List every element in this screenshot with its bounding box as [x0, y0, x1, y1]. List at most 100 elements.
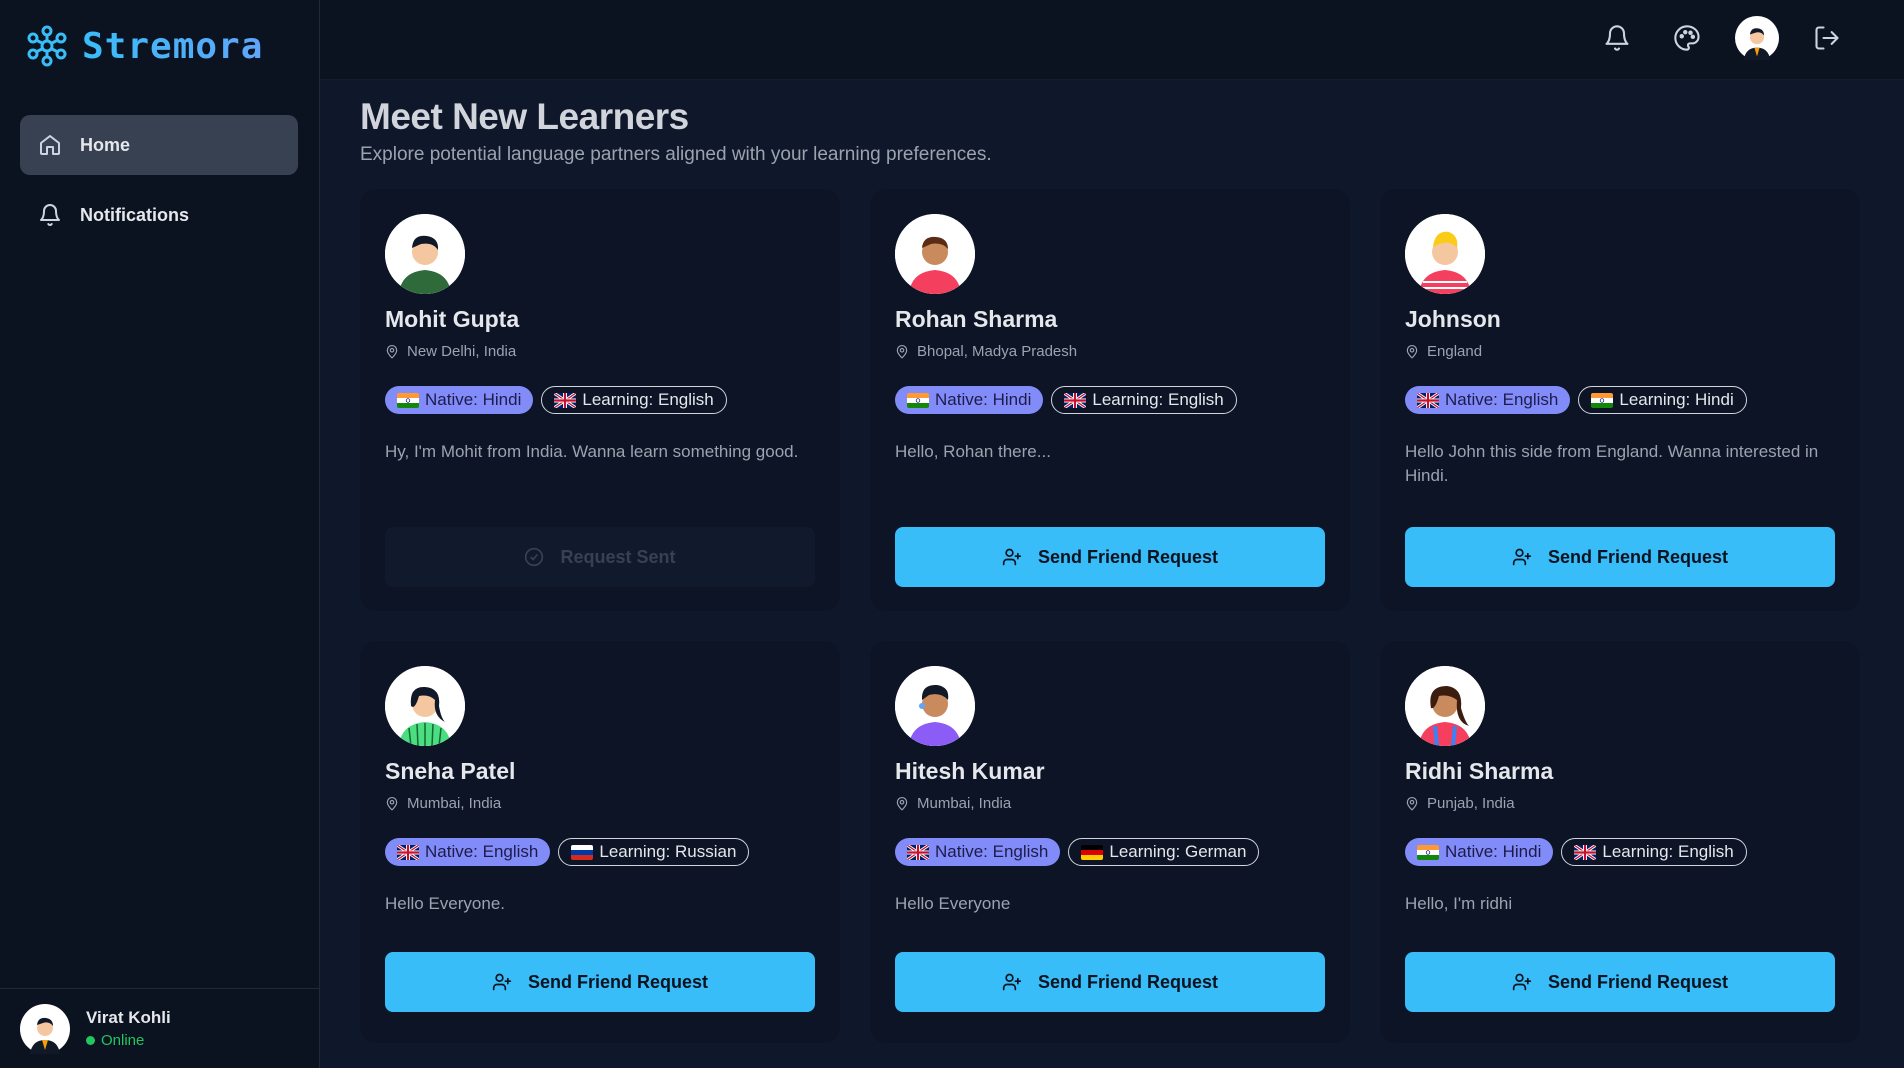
send-friend-request-button[interactable]: Send Friend Request	[1405, 527, 1835, 587]
avatar	[895, 214, 975, 294]
flag-icon	[1574, 844, 1597, 860]
send-friend-request-button[interactable]: Send Friend Request	[895, 527, 1325, 587]
learning-language-badge: Learning: English	[1561, 838, 1747, 866]
check-circle-icon	[525, 547, 544, 567]
badge-label: Learning: German	[1109, 842, 1247, 861]
request-sent-button[interactable]: Request Sent	[385, 527, 815, 587]
flag-icon	[397, 844, 419, 860]
avatar	[1405, 214, 1485, 294]
app-logo[interactable]: Stremora	[26, 24, 263, 68]
learning-language-badge: Learning: English	[1051, 386, 1237, 414]
home-icon	[40, 135, 60, 155]
learning-language-badge: Learning: Russian	[558, 838, 750, 866]
sidebar-item-home[interactable]: Home	[20, 115, 298, 175]
learner-location: Punjab, India	[1405, 795, 1835, 812]
learner-bio: Hello, Rohan there...	[895, 442, 1051, 461]
location-text: Bhopal, Madya Pradesh	[917, 343, 1078, 360]
native-language-badge: Native: Hindi	[895, 386, 1044, 414]
flag-icon	[571, 844, 594, 860]
map-pin-icon	[1406, 796, 1418, 811]
learner-location: New Delhi, India	[385, 343, 815, 360]
map-pin-icon	[896, 796, 908, 811]
flag-icon	[1081, 844, 1104, 860]
button-label: Request Sent	[560, 546, 676, 567]
location-text: England	[1427, 343, 1483, 360]
button-label: Send Friend Request	[1037, 546, 1219, 567]
learner-card: Hitesh Kumar Mumbai, India Native: Engli…	[870, 641, 1350, 1043]
language-badges: Native: Hindi Learning: English	[385, 386, 815, 414]
send-friend-request-button[interactable]: Send Friend Request	[895, 952, 1325, 1012]
palette-icon	[1674, 25, 1700, 51]
flag-icon	[907, 392, 929, 408]
learner-location: England	[1405, 343, 1835, 360]
avatar	[385, 666, 465, 746]
online-dot	[86, 1036, 95, 1045]
learner-card: Johnson England Native: English Learning…	[1380, 189, 1860, 611]
button-label: Send Friend Request	[1547, 971, 1729, 992]
learning-language-badge: Learning: English	[541, 386, 727, 414]
badge-label: Native: Hindi	[935, 390, 1032, 409]
logo-icon	[27, 25, 67, 67]
flag-icon	[1417, 844, 1439, 860]
learner-name: Sneha Patel	[385, 758, 516, 784]
language-badges: Native: English Learning: Russian	[385, 838, 815, 866]
badge-label: Native: English	[1445, 390, 1559, 409]
user-plus-icon	[1002, 548, 1022, 566]
logout-button[interactable]	[1805, 16, 1849, 60]
learner-location: Mumbai, India	[385, 795, 815, 812]
native-language-badge: Native: English	[1405, 386, 1571, 414]
main-content: Meet New Learners Explore potential lang…	[360, 96, 1860, 1043]
language-badges: Native: Hindi Learning: English	[895, 386, 1325, 414]
learning-language-badge: Learning: German	[1068, 838, 1260, 866]
sidebar-item-label: Notifications	[80, 204, 190, 225]
flag-icon	[1591, 392, 1614, 408]
badge-label: Learning: English	[1092, 390, 1224, 409]
user-plus-icon	[1002, 973, 1022, 991]
learner-card: Ridhi Sharma Punjab, India Native: Hindi…	[1380, 641, 1860, 1043]
native-language-badge: Native: English	[895, 838, 1061, 866]
map-pin-icon	[386, 796, 398, 811]
language-badges: Native: Hindi Learning: English	[1405, 838, 1835, 866]
badge-label: Learning: English	[582, 390, 714, 409]
avatar	[895, 666, 975, 746]
learner-name: Hitesh Kumar	[895, 758, 1045, 784]
logout-icon	[1815, 26, 1839, 50]
map-pin-icon	[1406, 344, 1418, 359]
learner-card: Mohit Gupta New Delhi, India Native: Hin…	[360, 189, 840, 611]
current-user[interactable]: Virat Kohli Online	[0, 988, 320, 1068]
user-plus-icon	[1512, 548, 1532, 566]
native-language-badge: Native: Hindi	[385, 386, 534, 414]
language-badges: Native: English Learning: German	[895, 838, 1325, 866]
theme-button[interactable]	[1665, 16, 1709, 60]
notifications-button[interactable]	[1595, 16, 1639, 60]
topbar-actions	[1595, 16, 1849, 60]
location-text: Mumbai, India	[407, 795, 502, 812]
map-pin-icon	[386, 344, 398, 359]
badge-label: Native: Hindi	[425, 390, 522, 409]
button-label: Send Friend Request	[1547, 546, 1729, 567]
bell-icon	[40, 204, 60, 226]
send-friend-request-button[interactable]: Send Friend Request	[1405, 952, 1835, 1012]
flag-icon	[1064, 392, 1087, 408]
learner-name: Mohit Gupta	[385, 306, 520, 332]
native-language-badge: Native: English	[385, 838, 551, 866]
user-plus-icon	[1512, 973, 1532, 991]
learner-location: Mumbai, India	[895, 795, 1325, 812]
location-text: New Delhi, India	[407, 343, 517, 360]
flag-icon	[907, 844, 929, 860]
learner-bio: Hello John this side from England. Wanna…	[1405, 442, 1819, 485]
user-name: Virat Kohli	[86, 1008, 171, 1027]
status-label: Online	[101, 1032, 145, 1049]
bell-icon	[1605, 25, 1629, 51]
sidebar-item-notifications[interactable]: Notifications	[20, 185, 298, 245]
learners-grid: Mohit Gupta New Delhi, India Native: Hin…	[360, 189, 1860, 1043]
send-friend-request-button[interactable]: Send Friend Request	[385, 952, 815, 1012]
page-subtitle: Explore potential language partners alig…	[360, 144, 992, 165]
app-name: Stremora	[82, 25, 264, 67]
location-text: Mumbai, India	[917, 795, 1012, 812]
user-plus-icon	[492, 973, 512, 991]
language-badges: Native: English Learning: Hindi	[1405, 386, 1835, 414]
badge-label: Native: English	[935, 842, 1049, 861]
avatar	[1405, 666, 1485, 746]
profile-avatar-button[interactable]	[1735, 16, 1779, 60]
